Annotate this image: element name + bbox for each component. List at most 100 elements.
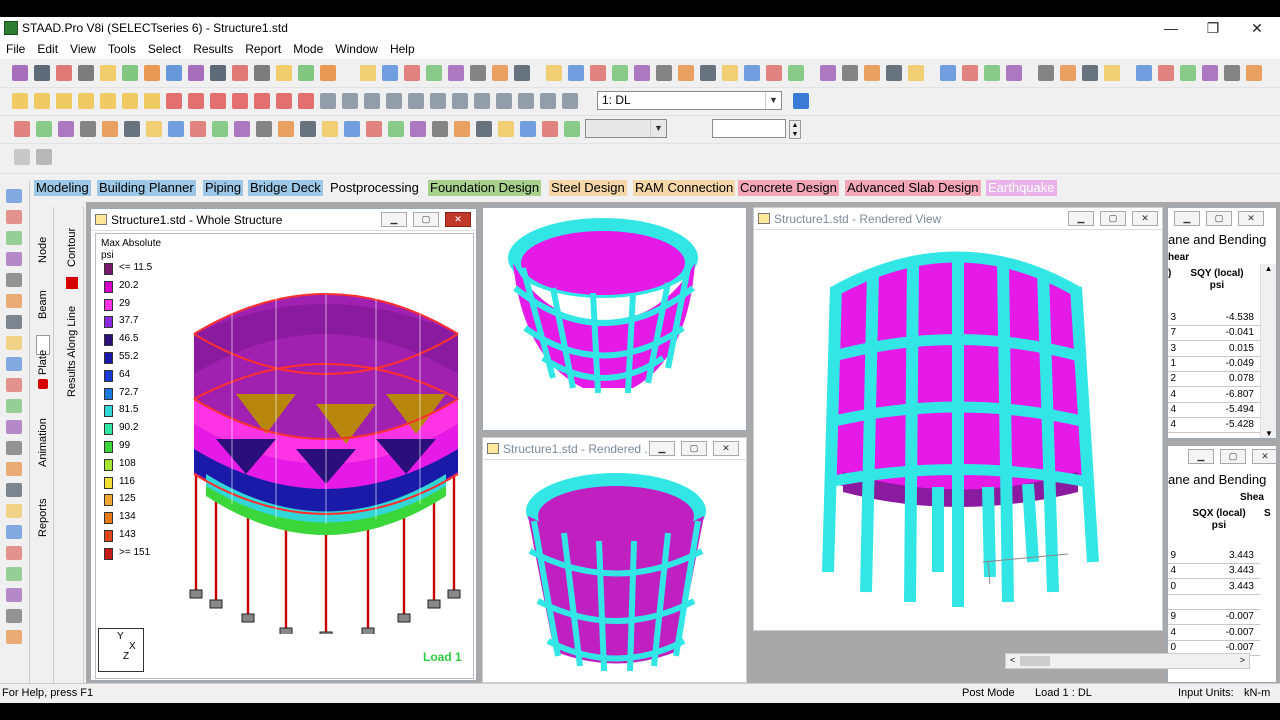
scroll-down-icon[interactable]: ▼ bbox=[1261, 429, 1276, 438]
toolbar-tool-icon[interactable] bbox=[678, 65, 694, 81]
menu-view[interactable]: View bbox=[64, 39, 102, 56]
toolbar-tool-icon[interactable] bbox=[568, 65, 584, 81]
toolbar-tool-icon[interactable] bbox=[254, 65, 270, 81]
view-tool-icon[interactable] bbox=[56, 93, 72, 109]
view-tool-icon[interactable] bbox=[232, 93, 248, 109]
select-tool-icon[interactable] bbox=[6, 357, 22, 371]
tab-plate[interactable]: Plate bbox=[37, 350, 49, 375]
view-tool-icon[interactable] bbox=[320, 93, 336, 109]
tab-foundation-design[interactable]: Foundation Design bbox=[428, 180, 542, 196]
tab-bridge-deck[interactable]: Bridge Deck bbox=[248, 180, 323, 196]
toolbar-tool-icon[interactable] bbox=[320, 65, 336, 81]
results-tool-icon[interactable] bbox=[14, 121, 30, 137]
tab-reports[interactable]: Reports bbox=[37, 498, 49, 537]
results-tool-icon[interactable] bbox=[366, 121, 382, 137]
results-tool-icon[interactable] bbox=[322, 121, 338, 137]
toolbar-tool-icon[interactable] bbox=[1224, 65, 1240, 81]
toolbar-tool-icon[interactable] bbox=[1104, 65, 1120, 81]
menu-results[interactable]: Results bbox=[187, 39, 239, 56]
tab-results-along-line[interactable]: Results Along Line bbox=[66, 306, 78, 397]
scroll-thumb[interactable] bbox=[1020, 656, 1050, 666]
tab-node[interactable]: Node bbox=[37, 237, 49, 263]
viewport-whole[interactable]: Max Absolute psi <= 11.5 20.2 29 37.7 46.5 55… bbox=[95, 233, 474, 679]
select-tool-icon[interactable] bbox=[6, 567, 22, 581]
toolbar-tool-icon[interactable] bbox=[298, 65, 314, 81]
view-tool-icon[interactable] bbox=[496, 93, 512, 109]
toolbar-tool-icon[interactable] bbox=[1038, 65, 1054, 81]
render-view-top[interactable] bbox=[482, 207, 747, 431]
select-tool-icon[interactable] bbox=[6, 588, 22, 602]
toolbar-tool-icon[interactable] bbox=[940, 65, 956, 81]
select-tool-icon[interactable] bbox=[6, 609, 22, 623]
toolbar-tool-icon[interactable] bbox=[1082, 65, 1098, 81]
scale-spinner[interactable]: ▲ ▼ bbox=[789, 120, 801, 139]
close-button[interactable]: ✕ bbox=[1132, 211, 1158, 226]
view-tool-icon[interactable] bbox=[144, 93, 160, 109]
toolbar-tool-icon[interactable] bbox=[766, 65, 782, 81]
view-tool-icon[interactable] bbox=[254, 93, 270, 109]
toolbar-tool-icon[interactable] bbox=[188, 65, 204, 81]
select-tool-icon[interactable] bbox=[6, 294, 22, 308]
view-tool-icon[interactable] bbox=[474, 93, 490, 109]
toolbar-tool-icon[interactable] bbox=[210, 65, 226, 81]
scroll-left-icon[interactable]: < bbox=[1010, 655, 1015, 665]
results-select[interactable]: ▼ bbox=[585, 119, 667, 138]
view-tool-icon[interactable] bbox=[518, 93, 534, 109]
toolbar-tool-icon[interactable] bbox=[1060, 65, 1076, 81]
minimize-button[interactable]: ▁ bbox=[1188, 449, 1214, 464]
results-tool-icon[interactable] bbox=[102, 121, 118, 137]
toolbar-tool-icon[interactable] bbox=[908, 65, 924, 81]
view-tool-icon[interactable] bbox=[430, 93, 446, 109]
select-tool-icon[interactable] bbox=[6, 378, 22, 392]
toolbar-tool-icon[interactable] bbox=[590, 65, 606, 81]
menu-edit[interactable]: Edit bbox=[31, 39, 64, 56]
select-tool-icon[interactable] bbox=[6, 231, 22, 245]
toolbar-tool-icon[interactable] bbox=[166, 65, 182, 81]
menu-select[interactable]: Select bbox=[142, 39, 187, 56]
toolbar-tool-icon[interactable] bbox=[232, 65, 248, 81]
tab-concrete-design[interactable]: Concrete Design bbox=[738, 180, 839, 196]
results-tool-icon[interactable] bbox=[388, 121, 404, 137]
toolbar-tool-icon[interactable] bbox=[360, 65, 376, 81]
menu-tools[interactable]: Tools bbox=[102, 39, 142, 56]
vertical-scrollbar[interactable]: ▲ ▼ bbox=[1260, 264, 1276, 438]
close-button[interactable]: ✕ bbox=[1238, 211, 1264, 226]
results-tool-icon[interactable] bbox=[278, 121, 294, 137]
view-tool-icon[interactable] bbox=[276, 93, 292, 109]
horizontal-scrollbar[interactable]: < > bbox=[1005, 653, 1250, 669]
tab-piping[interactable]: Piping bbox=[203, 180, 244, 196]
toolbar-tool-icon[interactable] bbox=[886, 65, 902, 81]
results-tool-icon[interactable] bbox=[300, 121, 316, 137]
select-tool-icon[interactable] bbox=[6, 546, 22, 560]
toolbar-tool-icon[interactable] bbox=[1180, 65, 1196, 81]
select-tool-icon[interactable] bbox=[6, 504, 22, 518]
select-tool-icon[interactable] bbox=[6, 399, 22, 413]
toolbar-tool-icon[interactable] bbox=[842, 65, 858, 81]
menu-file[interactable]: File bbox=[0, 39, 31, 56]
maximize-button[interactable]: ▢ bbox=[413, 212, 439, 227]
results-tool-icon[interactable] bbox=[344, 121, 360, 137]
toolbar-tool-icon[interactable] bbox=[144, 65, 160, 81]
cursor-icon[interactable] bbox=[14, 149, 30, 165]
toolbar-tool-icon[interactable] bbox=[12, 65, 28, 81]
tab-contour[interactable]: Contour bbox=[66, 228, 78, 267]
minimize-button[interactable]: ▁ bbox=[649, 441, 675, 456]
menu-window[interactable]: Window bbox=[329, 39, 384, 56]
load-case-select[interactable]: 1: DL ▼ bbox=[597, 91, 782, 110]
toolbar-tool-icon[interactable] bbox=[612, 65, 628, 81]
results-tool-icon[interactable] bbox=[36, 121, 52, 137]
close-button[interactable]: ✕ bbox=[445, 212, 471, 227]
toolbar-tool-icon[interactable] bbox=[122, 65, 138, 81]
toolbar-tool-icon[interactable] bbox=[634, 65, 650, 81]
tab-building-planner[interactable]: Building Planner bbox=[97, 180, 196, 196]
menu-help[interactable]: Help bbox=[384, 39, 421, 56]
results-tool-icon[interactable] bbox=[520, 121, 536, 137]
toolbar-tool-icon[interactable] bbox=[404, 65, 420, 81]
maximize-button[interactable]: ▢ bbox=[1206, 211, 1232, 226]
restore-button[interactable]: ❐ bbox=[1192, 17, 1234, 39]
toolbar-tool-icon[interactable] bbox=[34, 65, 50, 81]
toolbar-tool-icon[interactable] bbox=[78, 65, 94, 81]
select-tool-icon[interactable] bbox=[6, 462, 22, 476]
toolbar-tool-icon[interactable] bbox=[56, 65, 72, 81]
scale-input[interactable] bbox=[712, 119, 786, 138]
